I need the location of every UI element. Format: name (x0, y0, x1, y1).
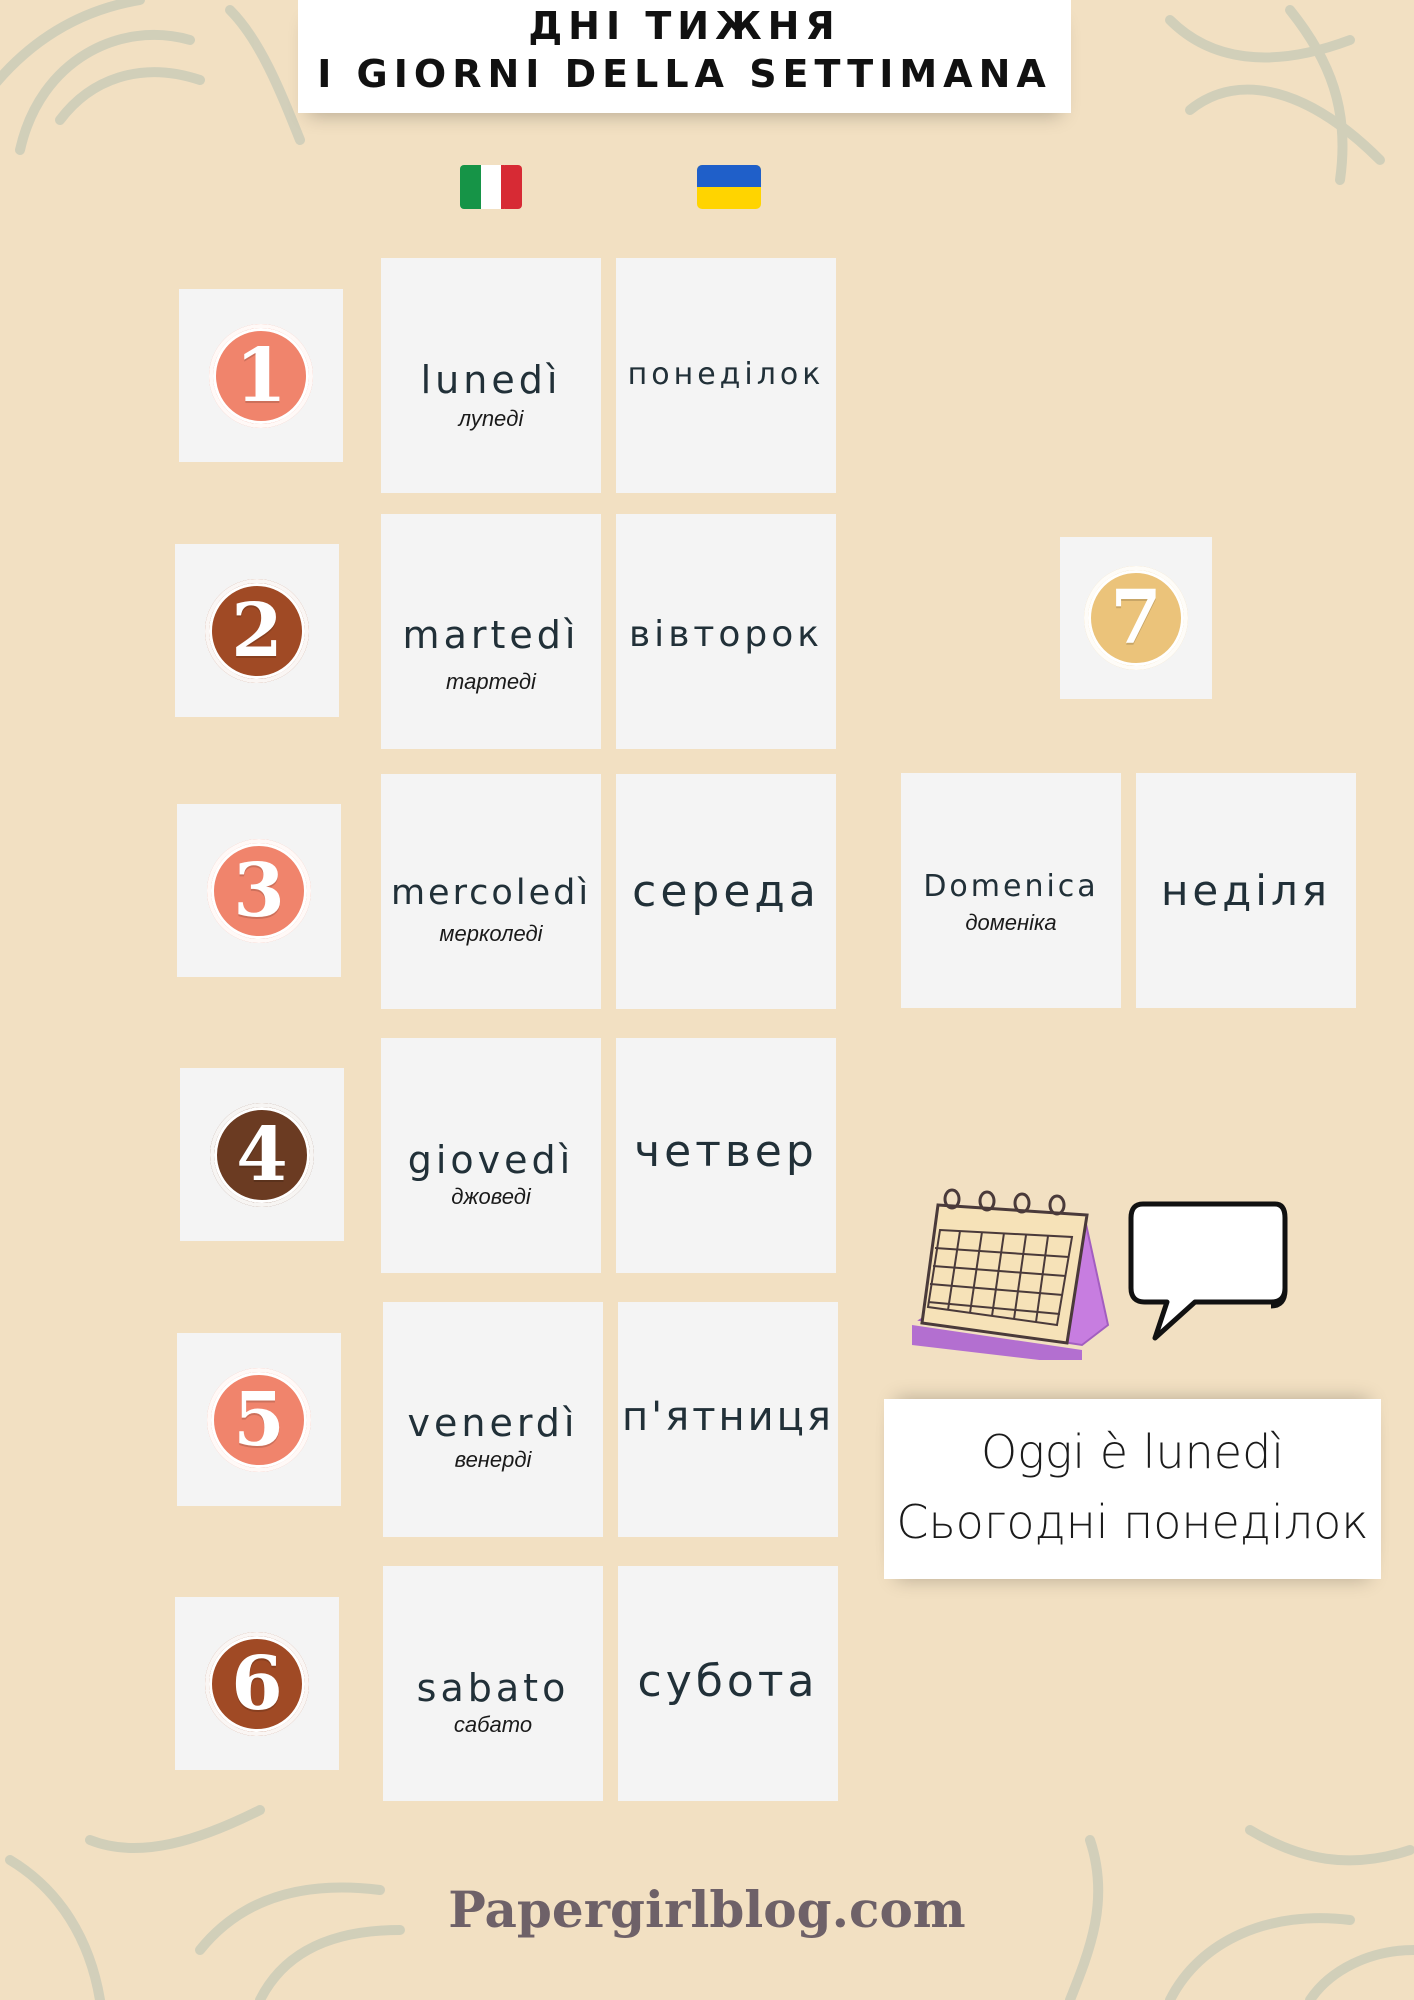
italian-card-tuesday: martedì тартеді (381, 514, 601, 749)
ukrainian-card-monday: понеділок (616, 258, 836, 493)
transliteration: сабато (453, 1712, 533, 1737)
day-number-badge-3: 3 (177, 804, 341, 977)
ukrainian-word: середа (632, 866, 820, 917)
title-italian: I GIORNI DELLA SETTIMANA (317, 52, 1052, 96)
italian-word: martedì (402, 613, 580, 657)
italian-card-thursday: giovedì джоведі (381, 1038, 601, 1273)
italian-word: lunedì (420, 358, 562, 402)
leaf-decoration-top-right (1165, 5, 1385, 185)
day-number-4: 4 (236, 1111, 288, 1198)
leaf-decoration-top-left (0, 0, 305, 155)
transliteration: доменіка (965, 910, 1057, 935)
ukrainian-card-thursday: четвер (616, 1038, 836, 1273)
ukrainian-word: вівторок (628, 614, 824, 655)
example-ukrainian: Сьогодні понеділок (896, 1495, 1369, 1549)
title-ukrainian: ДНІ ТИЖНЯ (528, 4, 841, 48)
ukrainian-card-saturday: субота (618, 1566, 838, 1801)
italian-card-wednesday: mercoledì мерколеді (381, 774, 601, 1009)
italian-word: Domenica (923, 869, 1099, 904)
ukrainian-card-sunday: неділя (1136, 773, 1356, 1008)
ukrainian-word: п'ятниця (622, 1394, 834, 1440)
day-number-7: 7 (1110, 575, 1162, 661)
italian-word: mercoledì (390, 873, 592, 913)
ukrainian-word: неділя (1160, 866, 1332, 915)
example-sentence-box: Oggi è lunedì Сьогодні понеділок (884, 1399, 1381, 1579)
title-banner: ДНІ ТИЖНЯ I GIORNI DELLA SETTIMANA (298, 0, 1071, 113)
speech-bubble-icon (1128, 1201, 1288, 1341)
italian-card-sunday: Domenica доменіка (901, 773, 1121, 1008)
day-number-badge-6: 6 (175, 1597, 339, 1770)
calendar-icon (912, 1188, 1110, 1360)
day-number-badge-2: 2 (175, 544, 339, 717)
day-number-1: 1 (235, 332, 287, 419)
day-number-3: 3 (233, 847, 285, 934)
day-number-2: 2 (231, 587, 283, 674)
day-number-6: 6 (231, 1640, 283, 1727)
transliteration: венерді (454, 1447, 532, 1472)
day-number-5: 5 (233, 1376, 285, 1463)
transliteration: мерколеді (439, 921, 543, 946)
italian-card-saturday: sabato сабато (383, 1566, 603, 1801)
ukrainian-card-wednesday: середа (616, 774, 836, 1009)
italian-word: venerdì (407, 1401, 579, 1445)
italian-card-friday: venerdì венерді (383, 1302, 603, 1537)
footer-site-name: Papergirlblog.com (448, 1880, 966, 1939)
example-italian: Oggi è lunedì (980, 1425, 1285, 1479)
day-number-badge-1: 1 (179, 289, 343, 462)
day-number-badge-4: 4 (180, 1068, 344, 1241)
ukrainian-word: субота (637, 1656, 819, 1707)
transliteration: джоведі (451, 1184, 531, 1209)
italian-word: sabato (416, 1666, 570, 1710)
italy-flag-icon (460, 165, 522, 209)
ukrainian-word: понеділок (627, 357, 825, 392)
ukrainian-card-friday: п'ятниця (618, 1302, 838, 1537)
day-number-badge-5: 5 (177, 1333, 341, 1506)
transliteration: луneді (458, 406, 524, 431)
ukraine-flag-icon (697, 165, 761, 209)
day-number-badge-7: 7 (1060, 537, 1212, 699)
italian-card-monday: lunedì луneді (381, 258, 601, 493)
ukrainian-card-tuesday: вівторок (616, 514, 836, 749)
italian-word: giovedì (407, 1138, 575, 1182)
transliteration: тартеді (446, 669, 536, 694)
ukrainian-word: четвер (634, 1126, 818, 1177)
